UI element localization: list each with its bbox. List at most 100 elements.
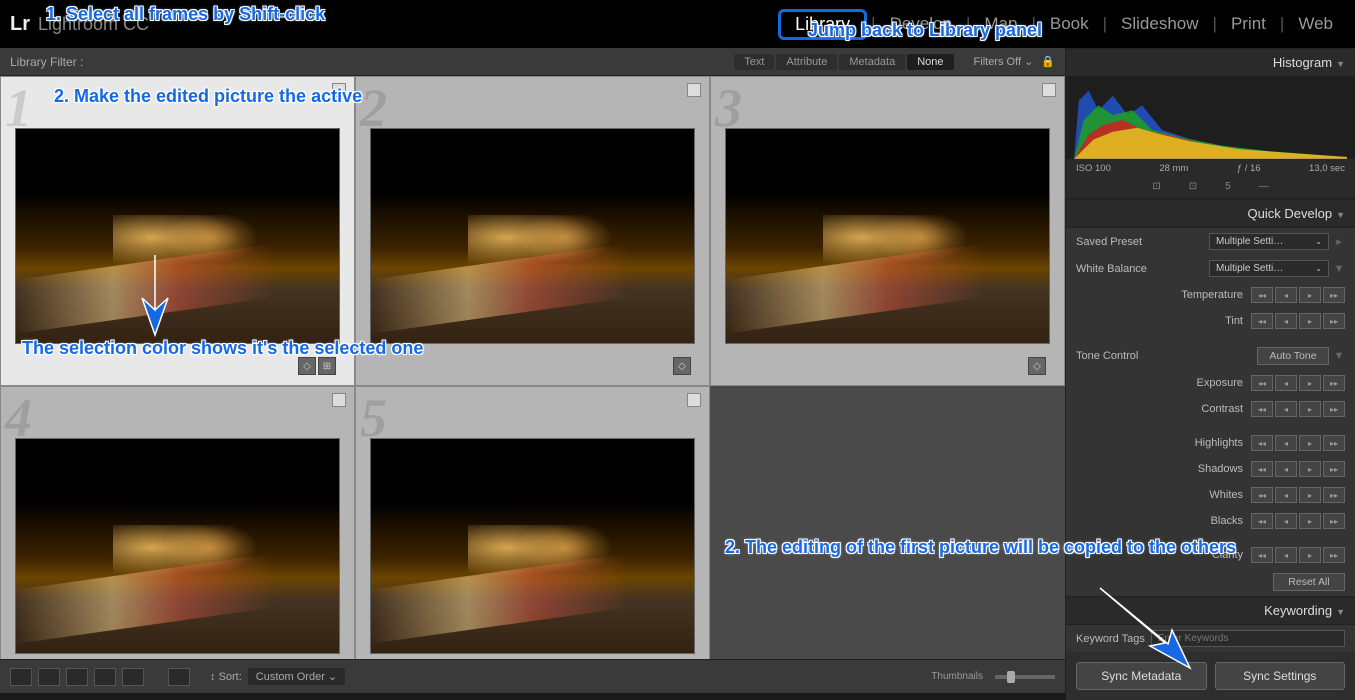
focal-value: 28 mm (1159, 163, 1188, 174)
saved-preset-row: Saved Preset Multiple Setti…⌄ ▸ (1066, 228, 1355, 255)
histogram-display (1066, 77, 1355, 159)
exposure-stepper[interactable]: ◂◂◂▸▸▸ (1251, 375, 1345, 391)
filter-none[interactable]: None (907, 54, 953, 70)
grid-cell[interactable]: 3 ◇ (710, 76, 1065, 386)
module-picker: Library | Develop | Map | Book | Slidesh… (778, 9, 1343, 40)
blacks-stepper[interactable]: ◂◂◂▸▸▸ (1251, 513, 1345, 529)
survey-view-icon[interactable] (94, 668, 116, 686)
histogram-meta: ISO 100 28 mm ƒ / 16 13,0 sec (1066, 159, 1355, 178)
module-slideshow[interactable]: Slideshow (1111, 10, 1209, 38)
highlights-label: Highlights (1076, 437, 1251, 449)
keyword-input[interactable]: Enter Keywords (1151, 630, 1345, 647)
right-panel: Histogram▼ ISO 100 28 mm ƒ / 16 13,0 sec… (1065, 48, 1355, 693)
library-filter-bar: Library Filter : Text Attribute Metadata… (0, 48, 1065, 76)
shutter-value: 13,0 sec (1309, 163, 1345, 174)
histogram-header[interactable]: Histogram▼ (1066, 48, 1355, 77)
iso-value: ISO 100 (1076, 163, 1111, 174)
keywording-header[interactable]: Keywording▼ (1066, 596, 1355, 625)
shadows-label: Shadows (1076, 463, 1251, 475)
filters-off[interactable]: Filters Off ⌄ (974, 55, 1034, 68)
filter-text[interactable]: Text (734, 54, 774, 70)
temperature-label: Temperature (1076, 289, 1251, 301)
thumbnail-grid: 1 ◇⊞ 2 ◇ 3 ◇ 4 ◇ (0, 76, 1065, 659)
filter-attribute[interactable]: Attribute (776, 54, 837, 70)
filter-label: Library Filter : (10, 55, 83, 69)
expand-icon[interactable]: ▼ (1333, 263, 1345, 275)
thumbnail-size-slider[interactable] (995, 675, 1055, 679)
people-view-icon[interactable] (122, 668, 144, 686)
whites-stepper[interactable]: ◂◂◂▸▸▸ (1251, 487, 1345, 503)
exposure-label: Exposure (1076, 377, 1251, 389)
auto-tone-button[interactable]: Auto Tone (1257, 347, 1329, 365)
tone-control-label: Tone Control (1076, 350, 1138, 362)
white-balance-row: White Balance Multiple Setti…⌄ ▼ (1066, 255, 1355, 282)
module-book[interactable]: Book (1040, 10, 1099, 38)
app-logo: Lr (10, 13, 30, 36)
painter-icon[interactable] (168, 668, 190, 686)
module-library[interactable]: Library (778, 9, 867, 40)
whites-label: Whites (1076, 489, 1251, 501)
blacks-label: Blacks (1076, 515, 1251, 527)
grid-cell[interactable]: 1 ◇⊞ (0, 76, 355, 386)
count-label: 5 (1225, 181, 1231, 192)
clarity-stepper[interactable]: ◂◂◂▸▸▸ (1251, 547, 1345, 563)
contrast-label: Contrast (1076, 403, 1251, 415)
app-name: Lightroom CC (38, 14, 149, 35)
grid-cell[interactable]: 5 ◇ (355, 386, 710, 659)
keyword-tags-row: Keyword Tags Enter Keywords (1066, 625, 1355, 652)
flag-checkbox[interactable] (687, 83, 701, 97)
module-web[interactable]: Web (1288, 10, 1343, 38)
module-print[interactable]: Print (1221, 10, 1276, 38)
saved-preset-label: Saved Preset (1076, 236, 1142, 248)
badge-icon[interactable]: ◇ (298, 357, 316, 375)
grid-view-icon[interactable] (10, 668, 32, 686)
temperature-stepper[interactable]: ◂◂◂▸▸▸ (1251, 287, 1345, 303)
filter-metadata[interactable]: Metadata (839, 54, 905, 70)
white-balance-label: White Balance (1076, 263, 1147, 275)
highlights-stepper[interactable]: ◂◂◂▸▸▸ (1251, 435, 1345, 451)
badge-icon[interactable]: ⊞ (318, 357, 336, 375)
badge-icon[interactable]: ◇ (673, 357, 691, 375)
shadows-stepper[interactable]: ◂◂◂▸▸▸ (1251, 461, 1345, 477)
tint-stepper[interactable]: ◂◂◂▸▸▸ (1251, 313, 1345, 329)
expand-icon[interactable]: ▸ (1333, 235, 1345, 248)
quick-develop-header[interactable]: Quick Develop▼ (1066, 199, 1355, 228)
clarity-label: Clarity (1076, 549, 1251, 561)
flag-checkbox[interactable] (1042, 83, 1056, 97)
thumbnail-image[interactable] (15, 128, 340, 345)
histogram-icons-row: ⊡ ⊡ 5 — (1066, 178, 1355, 199)
flag-checkbox[interactable] (332, 83, 346, 97)
module-map[interactable]: Map (974, 10, 1027, 38)
flag-checkbox[interactable] (687, 393, 701, 407)
tint-label: Tint (1076, 315, 1251, 327)
loupe-view-icon[interactable] (38, 668, 60, 686)
center-pane: Library Filter : Text Attribute Metadata… (0, 48, 1065, 693)
aperture-value: ƒ / 16 (1237, 163, 1261, 174)
grid-cell[interactable]: 4 ◇ (0, 386, 355, 659)
bottom-toolbar: ↕ Sort: Custom Order ⌄ Thumbnails (0, 659, 1065, 693)
thumbnail-image[interactable] (15, 438, 340, 655)
thumbnail-image[interactable] (725, 128, 1050, 345)
compare-view-icon[interactable] (66, 668, 88, 686)
reset-all-button[interactable]: Reset All (1273, 573, 1345, 591)
grid-cell[interactable]: 2 ◇ (355, 76, 710, 386)
badge-icon[interactable]: ◇ (1028, 357, 1046, 375)
contrast-stepper[interactable]: ◂◂◂▸▸▸ (1251, 401, 1345, 417)
keyword-tags-label: Keyword Tags (1076, 633, 1145, 645)
white-balance-dropdown[interactable]: Multiple Setti…⌄ (1209, 260, 1329, 277)
thumbnail-image[interactable] (370, 438, 695, 655)
crop-icon[interactable]: ⊡ (1152, 181, 1160, 192)
saved-preset-dropdown[interactable]: Multiple Setti…⌄ (1209, 233, 1329, 250)
sync-metadata-button[interactable]: Sync Metadata (1076, 662, 1207, 690)
filter-lock-icon[interactable]: 🔒 (1041, 55, 1055, 68)
thumbnails-label: Thumbnails (931, 671, 983, 682)
flag-checkbox[interactable] (332, 393, 346, 407)
top-bar: Lr Lightroom CC Library | Develop | Map … (0, 0, 1355, 48)
thumbnail-image[interactable] (370, 128, 695, 345)
original-icon[interactable]: ⊡ (1189, 181, 1197, 192)
expand-icon[interactable]: ▼ (1333, 350, 1345, 362)
sync-settings-button[interactable]: Sync Settings (1215, 662, 1346, 690)
sort-dropdown[interactable]: Custom Order ⌄ (248, 668, 345, 685)
dash-icon: — (1259, 181, 1269, 192)
module-develop[interactable]: Develop (880, 10, 962, 38)
